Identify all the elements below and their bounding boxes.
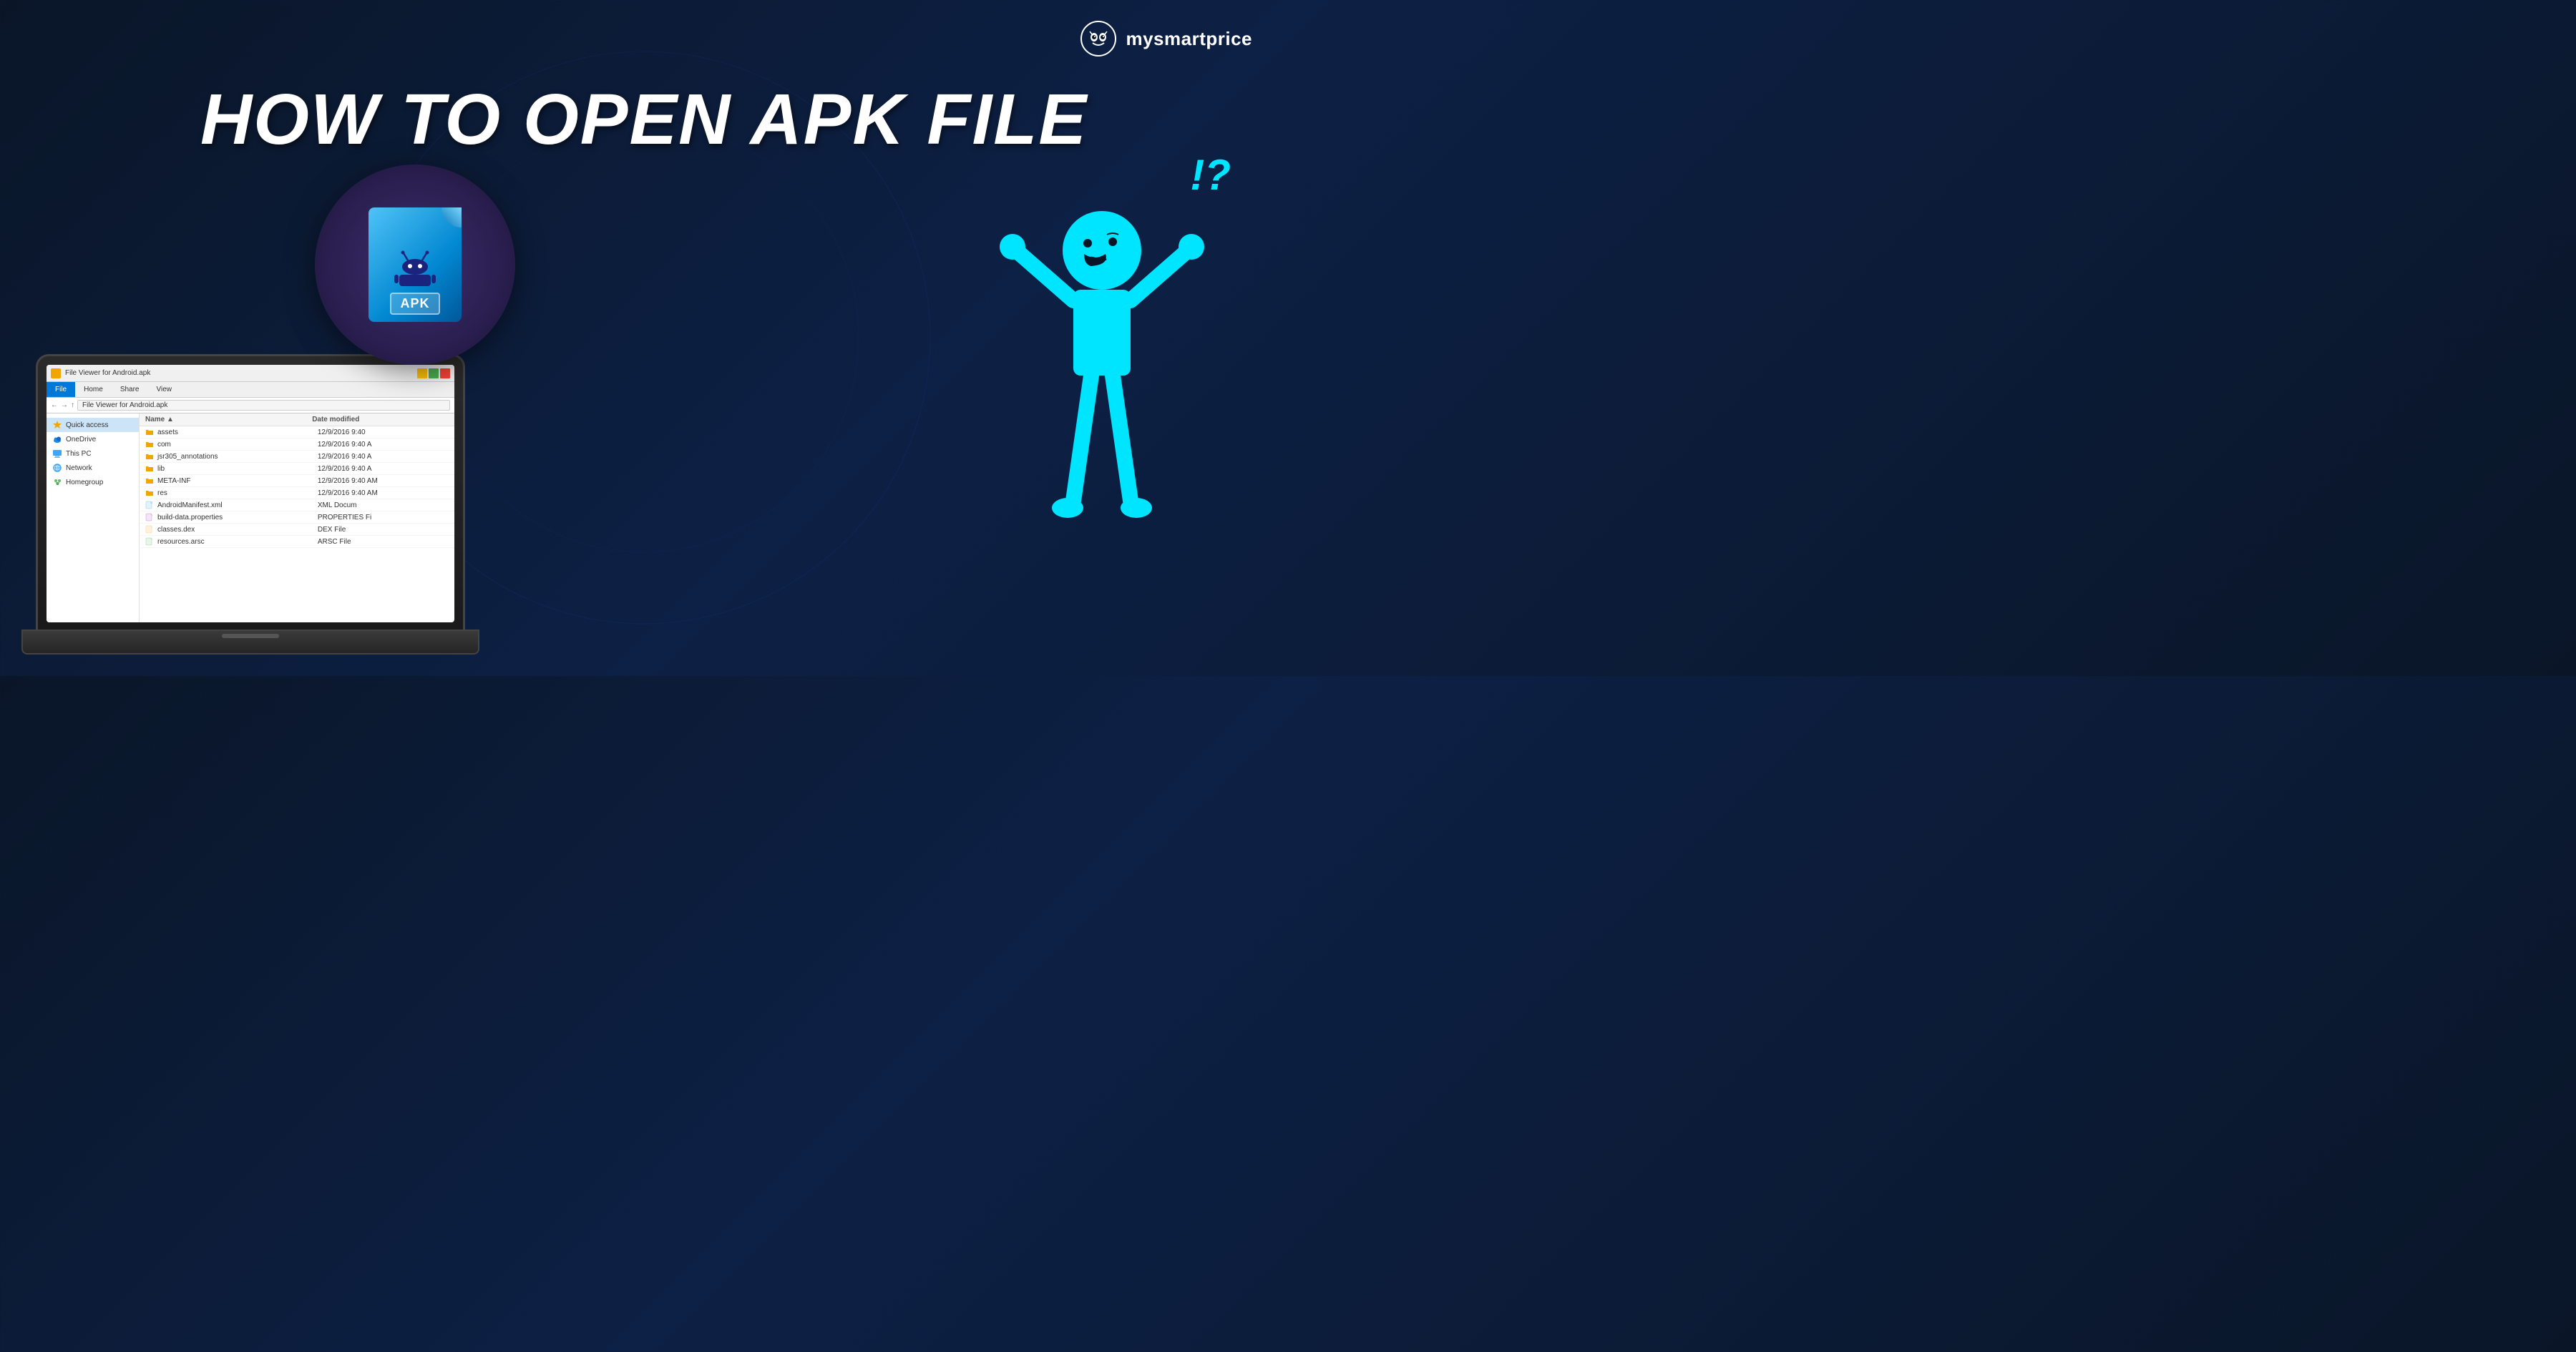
xml-file-icon [145, 501, 154, 509]
apk-icon-circle: APK [315, 165, 515, 365]
filename-com: com [157, 441, 318, 449]
filedate-metainf: 12/9/2016 9:40 AM [318, 477, 449, 485]
header-date: Date modified [312, 416, 449, 423]
address-bar: ← → ↑ File Viewer for Android.apk [47, 398, 454, 413]
sidebar-item-homegroup[interactable]: Homegroup [47, 475, 139, 489]
sidebar-item-network[interactable]: Network [47, 461, 139, 475]
properties-file-icon [145, 513, 154, 521]
ribbon-tab-home[interactable]: Home [75, 382, 112, 397]
filename-jsr: jsr305_annotations [157, 453, 318, 461]
filedate-manifest: XML Docum [318, 501, 449, 509]
nav-up-btn[interactable]: ↑ [71, 401, 74, 409]
file-item-com[interactable]: com 12/9/2016 9:40 A [140, 439, 454, 451]
explorer-title-bar: File Viewer for Android.apk [47, 365, 454, 382]
filename-res: res [157, 489, 318, 497]
filedate-builddata: PROPERTIES Fi [318, 514, 449, 521]
file-item-res[interactable]: res 12/9/2016 9:40 AM [140, 487, 454, 499]
folder-icon [145, 476, 154, 485]
stick-figure-container: !? [987, 193, 1216, 615]
filename-assets: assets [157, 428, 318, 436]
header-name: Name ▲ [145, 416, 312, 423]
file-item-jsr[interactable]: jsr305_annotations 12/9/2016 9:40 A [140, 451, 454, 463]
star-icon [52, 420, 62, 430]
file-item-metainf[interactable]: META-INF 12/9/2016 9:40 AM [140, 475, 454, 487]
folder-icon [145, 452, 154, 461]
sidebar-item-onedrive[interactable]: OneDrive [47, 432, 139, 446]
main-headline: HOW TO OPEN APK FILE [0, 79, 1288, 161]
close-btn[interactable] [440, 368, 450, 378]
stick-figure-svg [987, 193, 1216, 615]
file-item-resources[interactable]: resources.arsc ARSC File [140, 536, 454, 548]
title-bar-controls [417, 368, 450, 378]
file-list-header: Name ▲ Date modified [140, 413, 454, 426]
file-item-manifest[interactable]: AndroidManifest.xml XML Docum [140, 499, 454, 511]
file-item-classes[interactable]: classes.dex DEX File [140, 524, 454, 536]
dex-file-icon [145, 525, 154, 534]
title-bar-text: File Viewer for Android.apk [65, 369, 413, 377]
brand-icon [1080, 20, 1117, 57]
filedate-classes: DEX File [318, 526, 449, 534]
filename-resources: resources.arsc [157, 538, 318, 546]
nav-back-btn[interactable]: ← [51, 401, 58, 409]
ribbon-tab-share[interactable]: Share [112, 382, 148, 397]
explorer-main-area: Quick access OneDrive [47, 413, 454, 622]
filename-manifest: AndroidManifest.xml [157, 501, 318, 509]
arsc-file-icon [145, 537, 154, 546]
minimize-btn[interactable] [417, 368, 427, 378]
android-robot-icon [394, 249, 436, 288]
file-list-panel: Name ▲ Date modified assets 12/9/2016 9:… [140, 413, 454, 622]
network-icon [52, 463, 62, 473]
ribbon-bar: File Home Share View [47, 382, 454, 398]
sidebar-label-homegroup: Homegroup [66, 479, 103, 486]
ribbon-tab-file[interactable]: File [47, 382, 75, 397]
sidebar-label-network: Network [66, 464, 92, 472]
apk-file-visual: APK [369, 207, 462, 322]
sidebar-label-quickaccess: Quick access [66, 421, 108, 429]
sidebar-item-quickaccess[interactable]: Quick access [47, 418, 139, 432]
filedate-lib: 12/9/2016 9:40 A [318, 465, 449, 473]
filename-classes: classes.dex [157, 526, 318, 534]
folder-icon [145, 428, 154, 436]
filedate-assets: 12/9/2016 9:40 [318, 428, 449, 436]
folder-icon [145, 489, 154, 497]
laptop-base [21, 630, 479, 655]
brand-name: mysmartprice [1126, 28, 1252, 50]
folder-icon [145, 464, 154, 473]
homegroup-icon [52, 477, 62, 487]
brand-logo: mysmartprice [1080, 20, 1252, 57]
apk-file-shape: APK [369, 207, 462, 322]
cloud-icon [52, 434, 62, 444]
filedate-resources: ARSC File [318, 538, 449, 546]
file-explorer: File Viewer for Android.apk File Home Sh… [47, 365, 454, 622]
sidebar-item-thispc[interactable]: This PC [47, 446, 139, 461]
laptop-screen-body: File Viewer for Android.apk File Home Sh… [36, 354, 465, 633]
filedate-jsr: 12/9/2016 9:40 A [318, 453, 449, 461]
title-bar-icon [51, 368, 61, 378]
apk-file-fold [441, 207, 462, 227]
laptop-illustration: File Viewer for Android.apk File Home Sh… [21, 325, 479, 655]
folder-icon [145, 440, 154, 449]
sidebar-label-onedrive: OneDrive [66, 436, 96, 444]
filename-lib: lib [157, 465, 318, 473]
explorer-sidebar: Quick access OneDrive [47, 413, 140, 622]
address-path[interactable]: File Viewer for Android.apk [77, 400, 450, 411]
question-marks: !? [1190, 150, 1231, 200]
nav-forward-btn[interactable]: → [61, 401, 68, 409]
sidebar-label-thispc: This PC [66, 450, 92, 458]
ribbon-tab-view[interactable]: View [148, 382, 181, 397]
filename-builddata: build-data.properties [157, 514, 318, 521]
maximize-btn[interactable] [429, 368, 439, 378]
file-item-lib[interactable]: lib 12/9/2016 9:40 A [140, 463, 454, 475]
computer-icon [52, 449, 62, 459]
apk-label: APK [390, 293, 439, 315]
laptop-hinge [222, 634, 279, 638]
laptop-screen: File Viewer for Android.apk File Home Sh… [47, 365, 454, 622]
filename-metainf: META-INF [157, 477, 318, 485]
file-item-assets[interactable]: assets 12/9/2016 9:40 [140, 426, 454, 439]
filedate-com: 12/9/2016 9:40 A [318, 441, 449, 449]
filedate-res: 12/9/2016 9:40 AM [318, 489, 449, 497]
file-item-builddata[interactable]: build-data.properties PROPERTIES Fi [140, 511, 454, 524]
